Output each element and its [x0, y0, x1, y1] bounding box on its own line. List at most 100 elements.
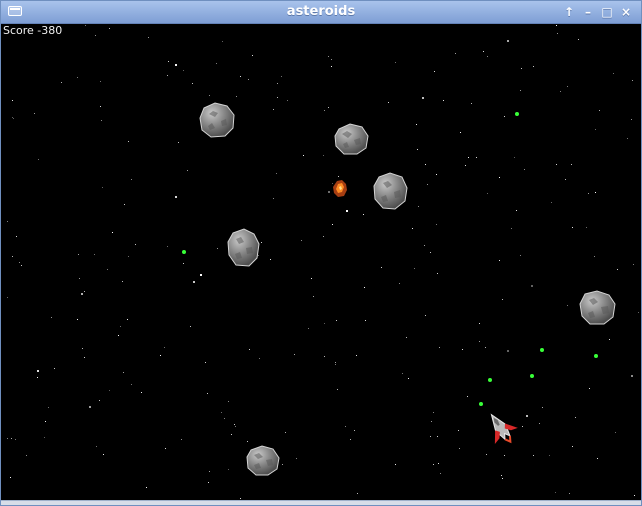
star — [418, 206, 419, 207]
star — [433, 464, 434, 465]
star — [102, 187, 103, 188]
star — [228, 469, 229, 470]
star — [276, 173, 277, 174]
star — [236, 96, 237, 97]
star — [167, 75, 168, 76]
star — [572, 227, 573, 228]
bullet — [530, 374, 534, 378]
close-icon[interactable]: × — [619, 5, 633, 19]
star — [465, 165, 466, 166]
star — [178, 142, 179, 143]
star — [44, 437, 45, 438]
star — [595, 129, 596, 130]
star — [395, 62, 396, 63]
star — [609, 339, 610, 340]
star — [282, 464, 283, 465]
star — [588, 193, 589, 194]
star — [627, 138, 628, 139]
star — [425, 315, 426, 316]
star — [103, 454, 104, 455]
star — [516, 210, 517, 211]
star — [311, 278, 312, 279]
star — [572, 446, 573, 447]
bullet — [479, 402, 483, 406]
star — [12, 256, 13, 257]
star — [406, 337, 407, 338]
star — [531, 285, 533, 287]
star — [248, 79, 249, 80]
star — [363, 214, 364, 215]
star — [85, 25, 86, 26]
star — [187, 170, 188, 171]
star — [235, 426, 236, 427]
star — [249, 349, 250, 350]
star — [437, 273, 438, 274]
star — [479, 341, 480, 342]
star — [96, 446, 97, 447]
star — [99, 400, 100, 401]
star — [101, 120, 102, 121]
star — [549, 455, 550, 456]
star — [34, 113, 35, 114]
star — [422, 97, 424, 99]
window-bottom-border — [1, 500, 641, 505]
star — [350, 439, 351, 440]
star — [595, 192, 596, 193]
star — [338, 176, 339, 177]
star — [571, 164, 572, 165]
star — [462, 349, 463, 350]
star — [381, 267, 382, 268]
star — [634, 495, 635, 496]
star — [324, 110, 325, 111]
star — [19, 262, 20, 263]
star — [313, 296, 314, 297]
star — [336, 320, 337, 321]
star — [328, 56, 329, 57]
star — [440, 473, 441, 474]
star — [221, 412, 222, 413]
star — [13, 118, 14, 119]
star — [502, 478, 503, 479]
star — [632, 80, 633, 81]
star — [594, 256, 595, 257]
star — [468, 157, 469, 158]
star — [81, 293, 83, 295]
maximize-icon[interactable]: □ — [600, 5, 614, 19]
title-bar[interactable]: asteroids ↑ – □ × — [1, 1, 641, 24]
star — [520, 90, 521, 91]
star — [631, 375, 633, 377]
star — [638, 312, 639, 313]
star — [501, 475, 502, 476]
star — [231, 434, 232, 435]
star — [323, 155, 324, 156]
star — [539, 423, 540, 424]
star — [486, 454, 487, 455]
star — [160, 355, 161, 356]
star — [123, 372, 124, 373]
star — [597, 458, 598, 459]
star — [399, 283, 400, 284]
star — [476, 157, 477, 158]
star — [521, 68, 522, 69]
star — [38, 159, 39, 160]
star — [328, 107, 329, 108]
star — [209, 95, 210, 96]
star — [511, 228, 512, 229]
star — [357, 493, 358, 494]
star — [345, 426, 346, 427]
star — [131, 384, 132, 385]
pin-icon[interactable]: ↑ — [562, 5, 576, 19]
star — [308, 328, 309, 329]
star — [128, 256, 129, 257]
minimize-icon[interactable]: – — [581, 5, 595, 19]
star — [555, 492, 556, 493]
star — [240, 76, 241, 77]
star — [487, 56, 488, 57]
star — [224, 418, 225, 419]
star — [388, 102, 389, 103]
star — [437, 436, 438, 437]
star — [89, 406, 91, 408]
star — [122, 281, 123, 282]
game-viewport[interactable]: Score -380 — [1, 24, 641, 502]
star — [16, 236, 17, 237]
